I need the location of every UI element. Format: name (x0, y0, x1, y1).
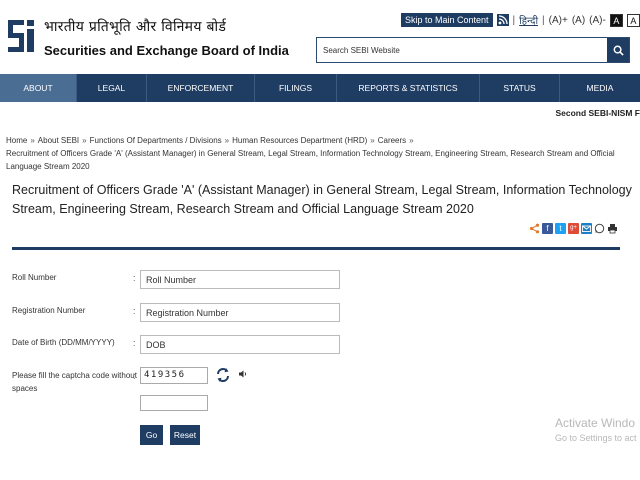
nav-item-media[interactable]: MEDIA (560, 74, 640, 102)
search-input[interactable] (317, 38, 607, 62)
separator: | (542, 14, 545, 26)
captcha-image: 419356 (140, 367, 208, 384)
nav-item-legal[interactable]: LEGAL (77, 74, 147, 102)
nav-item-reports-statistics[interactable]: REPORTS & STATISTICS (337, 74, 480, 102)
whatsapp-icon[interactable] (594, 223, 605, 234)
share-icon[interactable] (529, 223, 540, 234)
twitter-icon[interactable]: t (555, 223, 566, 234)
page-title: Recruitment of Officers Grade 'A' (Assis… (12, 183, 632, 216)
font-normal-button[interactable]: (A) (572, 15, 585, 26)
site-search (316, 37, 630, 63)
registration-number-label: Registration Number (12, 306, 86, 315)
breadcrumb-separator: » (30, 136, 35, 145)
colon: : (133, 338, 136, 348)
breadcrumb-functions[interactable]: Functions Of Departments / Divisions (90, 136, 222, 145)
date-of-birth-label: Date of Birth (DD/MM/YYYY) (12, 338, 115, 347)
colon: : (133, 371, 136, 381)
skip-to-content-link[interactable]: Skip to Main Content (401, 13, 493, 27)
roll-number-label: Roll Number (12, 273, 57, 282)
separator: | (512, 14, 516, 26)
date-of-birth-input[interactable] (140, 335, 340, 354)
high-contrast-button[interactable]: A (609, 13, 623, 27)
registration-number-input[interactable] (140, 303, 340, 322)
font-increase-button[interactable]: (A)+ (549, 15, 568, 26)
captcha-label-line2: spaces (12, 384, 38, 393)
breadcrumb-home[interactable]: Home (6, 136, 27, 145)
nav-item-filings[interactable]: FILINGS (255, 74, 337, 102)
email-icon[interactable] (581, 223, 592, 234)
print-icon[interactable] (607, 223, 618, 234)
breadcrumb-about-sebi[interactable]: About SEBI (38, 136, 79, 145)
breadcrumb-current: Recruitment of Officers Grade 'A' (Assis… (6, 149, 615, 171)
news-ticker[interactable]: Second SEBI-NISM F (555, 108, 640, 118)
search-icon (613, 45, 624, 56)
breadcrumb-careers[interactable]: Careers (378, 136, 406, 145)
main-navigation: ABOUT LEGAL ENFORCEMENT FILINGS REPORTS … (0, 74, 640, 102)
refresh-captcha-icon[interactable] (215, 367, 231, 383)
sebi-logo-icon[interactable] (4, 14, 38, 58)
go-button[interactable]: Go (140, 425, 163, 445)
breadcrumb-separator: » (82, 136, 87, 145)
section-divider (12, 247, 620, 250)
nav-item-enforcement[interactable]: ENFORCEMENT (147, 74, 255, 102)
breadcrumb-hrd[interactable]: Human Resources Department (HRD) (232, 136, 367, 145)
breadcrumb-separator: » (370, 136, 375, 145)
site-header: भारतीय प्रतिभूति और विनिमय बोर्ड Securit… (0, 0, 640, 72)
hindi-language-link[interactable]: हिन्दी (519, 13, 538, 27)
font-decrease-button[interactable]: (A)- (589, 15, 606, 26)
speaker-icon[interactable] (238, 369, 248, 379)
colon: : (133, 273, 136, 283)
breadcrumb-separator: » (409, 136, 414, 145)
watermark-line2: Go to Settings to act (555, 433, 637, 443)
search-button[interactable] (607, 38, 629, 62)
top-utility-links: Skip to Main Content | हिन्दी | (A)+ (A)… (401, 12, 640, 28)
normal-contrast-button[interactable]: A (626, 13, 640, 27)
share-toolbar: f t g+ (529, 223, 618, 234)
facebook-icon[interactable]: f (542, 223, 553, 234)
roll-number-input[interactable] (140, 270, 340, 289)
captcha-label: Please fill the captcha code without (12, 371, 137, 380)
watermark-line1: Activate Windo (555, 416, 636, 430)
captcha-input[interactable] (140, 395, 208, 411)
rss-icon[interactable] (496, 14, 509, 26)
breadcrumb-separator: » (224, 136, 230, 145)
colon: : (133, 306, 136, 316)
org-name-english: Securities and Exchange Board of India (44, 43, 289, 58)
reset-button[interactable]: Reset (170, 425, 200, 445)
google-plus-icon[interactable]: g+ (568, 223, 579, 234)
activate-windows-watermark: Activate Windo Go to Settings to act (555, 415, 640, 445)
nav-item-about[interactable]: ABOUT (0, 74, 77, 102)
nav-item-status[interactable]: STATUS (480, 74, 560, 102)
org-name-hindi: भारतीय प्रतिभूति और विनिमय बोर्ड (44, 19, 227, 35)
breadcrumb: Home» About SEBI» Functions Of Departments… (6, 134, 626, 173)
